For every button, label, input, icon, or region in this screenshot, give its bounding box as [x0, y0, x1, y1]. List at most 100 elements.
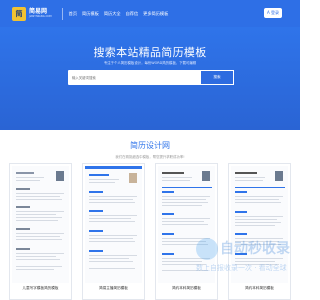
- template-card-label[interactable]: 简易主播简历模板: [83, 286, 144, 291]
- thumb-line: [235, 177, 265, 178]
- template-card-label[interactable]: 儿童写字模板简历模板: [10, 286, 71, 291]
- thumb-line: [235, 258, 283, 259]
- thumb-line: [16, 199, 62, 200]
- section-title: 简历设计网: [130, 141, 170, 150]
- thumb-line: [162, 258, 210, 259]
- hero-title: 搜索本站精品简历模板: [93, 46, 207, 59]
- thumb-line: [162, 244, 208, 245]
- template-card[interactable]: 简约本科简历模板: [228, 163, 291, 300]
- search-button[interactable]: 搜索: [200, 70, 234, 85]
- thumb-line: [235, 216, 283, 217]
- thumb-line: [162, 221, 204, 222]
- thumb-section-bar: [162, 233, 174, 235]
- thumb-line: [16, 193, 64, 194]
- template-card-label[interactable]: 简约本科简历模板: [229, 286, 290, 291]
- thumb-line: [162, 241, 206, 242]
- thumb-section-bar: [16, 228, 30, 230]
- thumb-line: [89, 182, 115, 183]
- thumb-line: [235, 172, 257, 174]
- thumb-line: [89, 241, 135, 242]
- thumb-line: [235, 261, 275, 262]
- thumb-line: [16, 236, 60, 237]
- thumb-line: [89, 179, 119, 180]
- thumb-line: [162, 199, 206, 200]
- thumb-line: [16, 180, 40, 181]
- thumb-line: [235, 238, 283, 239]
- thumb-line: [235, 222, 281, 223]
- thumb-photo: [275, 171, 283, 181]
- thumb-section-bar: [162, 213, 174, 215]
- thumb-section-bar: [89, 250, 103, 252]
- top-header: 简 简易网 JIANYIWANG.COM 首页 简历模板 简历大全 自荐信 更多…: [0, 0, 300, 27]
- nav-item-cover-letter[interactable]: 自荐信: [126, 11, 139, 17]
- section-subtitle: 我们在精挑细选中模板，帮您提升求职成功率!: [115, 155, 185, 159]
- thumb-section-bar: [235, 253, 247, 255]
- nav-item-home[interactable]: 首页: [69, 11, 77, 17]
- thumb-section-bar: [235, 211, 247, 213]
- thumb-line: [16, 233, 64, 234]
- thumb-section-bar: [89, 191, 103, 193]
- thumb-section-bar: [235, 191, 247, 193]
- thumb-photo: [56, 171, 64, 181]
- thumb-line: [162, 180, 190, 181]
- template-thumbnail[interactable]: [12, 166, 69, 283]
- logo-icon-text: 简: [15, 9, 23, 18]
- template-thumbnail[interactable]: [231, 166, 288, 283]
- thumb-line: [162, 202, 208, 203]
- hero-banner: 搜索本站精品简历模板 专注于个人简历模板设计，每份WORD简历模板，下载可编辑 …: [0, 27, 300, 130]
- thumb-line: [162, 264, 206, 265]
- search-box: 搜索: [68, 70, 234, 85]
- thumb-photo: [129, 173, 137, 183]
- thumb-line: [162, 238, 210, 239]
- thumb-divider: [235, 187, 285, 188]
- site-logo[interactable]: 简 简易网 JIANYIWANG.COM: [12, 6, 52, 21]
- logo-icon: 简: [12, 6, 26, 21]
- thumb-line: [235, 180, 263, 181]
- thumb-line: [235, 196, 283, 197]
- nav-divider: [61, 7, 63, 20]
- logo-title: 简易网: [29, 7, 48, 15]
- thumb-header-bar: [85, 166, 142, 169]
- nav-item-resume-collection[interactable]: 简历大全: [104, 11, 121, 17]
- thumb-line: [89, 268, 135, 269]
- template-thumbnail[interactable]: [85, 166, 142, 283]
- thumb-line: [16, 256, 56, 257]
- template-thumbnail[interactable]: [158, 166, 215, 283]
- logo-subtitle: JIANYIWANG.COM: [29, 14, 52, 18]
- nav-item-templates[interactable]: 简历模板: [82, 11, 99, 17]
- nav-item-more-templates[interactable]: 更多简历模板: [143, 11, 168, 17]
- thumb-line: [89, 202, 135, 203]
- thumb-line: [16, 253, 64, 254]
- thumb-line: [162, 172, 184, 174]
- thumb-line: [235, 199, 279, 200]
- thumb-line: [16, 259, 60, 260]
- thumb-line: [89, 199, 133, 200]
- logo-text: 简易网 JIANYIWANG.COM: [29, 7, 52, 19]
- thumb-line: [235, 219, 277, 220]
- template-card-label[interactable]: 简约本科简历模板: [156, 286, 217, 291]
- thumb-line: [89, 196, 137, 197]
- thumb-line: [89, 261, 133, 262]
- thumb-section-bar: [16, 188, 30, 190]
- thumb-line: [16, 266, 62, 267]
- thumb-line: [16, 177, 44, 178]
- thumb-line: [16, 211, 64, 212]
- login-button[interactable]: A 登录: [264, 8, 282, 18]
- template-card[interactable]: 简易主播简历模板: [82, 163, 145, 300]
- template-card[interactable]: 儿童写字模板简历模板: [9, 163, 72, 300]
- thumb-photo: [202, 171, 210, 181]
- thumb-section-bar: [16, 206, 30, 208]
- search-input[interactable]: [68, 70, 200, 85]
- thumb-line: [89, 215, 137, 216]
- thumb-section-bar: [16, 248, 30, 250]
- thumb-line: [16, 214, 56, 215]
- template-card[interactable]: 简约本科简历模板: [155, 163, 218, 300]
- thumb-line: [89, 255, 137, 256]
- hero-subtitle: 专注于个人简历模板设计，每份WORD简历模板，下载可编辑: [103, 61, 197, 65]
- thumb-line: [235, 264, 279, 265]
- thumb-line: [162, 218, 210, 219]
- thumb-line: [16, 217, 62, 218]
- thumb-line: [89, 235, 137, 236]
- thumb-section-bar: [235, 233, 247, 235]
- thumb-line: [162, 196, 210, 197]
